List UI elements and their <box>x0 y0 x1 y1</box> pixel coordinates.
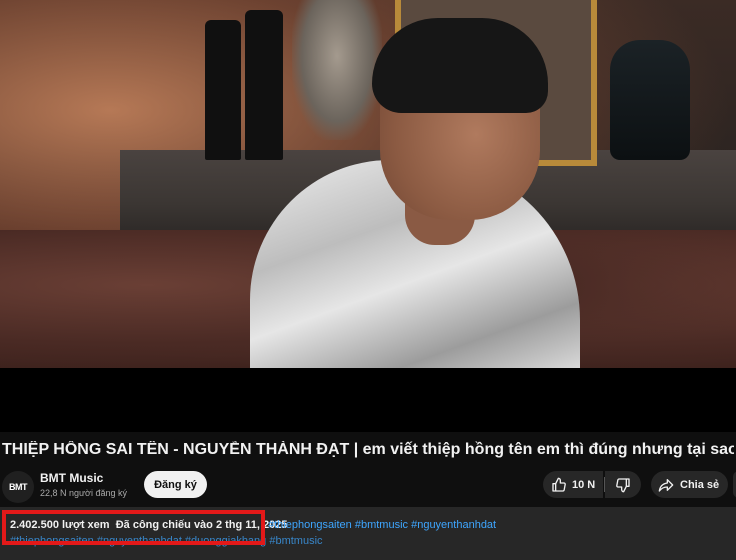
lamp <box>292 0 382 140</box>
channel-name[interactable]: BMT Music <box>40 471 103 485</box>
bottle <box>205 20 241 160</box>
thumbs-up-icon <box>551 477 567 493</box>
like-button[interactable]: 10 N <box>543 471 603 498</box>
video-player[interactable] <box>0 0 736 432</box>
channel-avatar[interactable]: BMT <box>2 471 34 503</box>
share-label: Chia sẻ <box>680 478 720 491</box>
share-button[interactable]: Chia sẻ <box>651 471 728 498</box>
like-count: 10 N <box>572 478 596 491</box>
hashtags-line-1[interactable]: #thiephongsaiten #bmtmusic #nguyenthanhd… <box>268 519 496 531</box>
subscriber-count: 22,8 N người đăng ký <box>40 488 127 498</box>
highlight-box <box>2 510 265 545</box>
dislike-button[interactable] <box>605 471 641 498</box>
video-frame <box>0 0 736 368</box>
letterbox <box>0 368 736 432</box>
bottle <box>245 10 283 160</box>
subscribe-button[interactable]: Đăng ký <box>144 471 207 498</box>
share-icon <box>658 477 674 493</box>
jar <box>610 40 690 160</box>
thumbs-down-icon <box>615 477 631 493</box>
video-title: THIỆP HỒNG SAI TÊN - NGUYỄN THÀNH ĐẠT | … <box>2 441 734 458</box>
person-hair <box>372 18 548 113</box>
